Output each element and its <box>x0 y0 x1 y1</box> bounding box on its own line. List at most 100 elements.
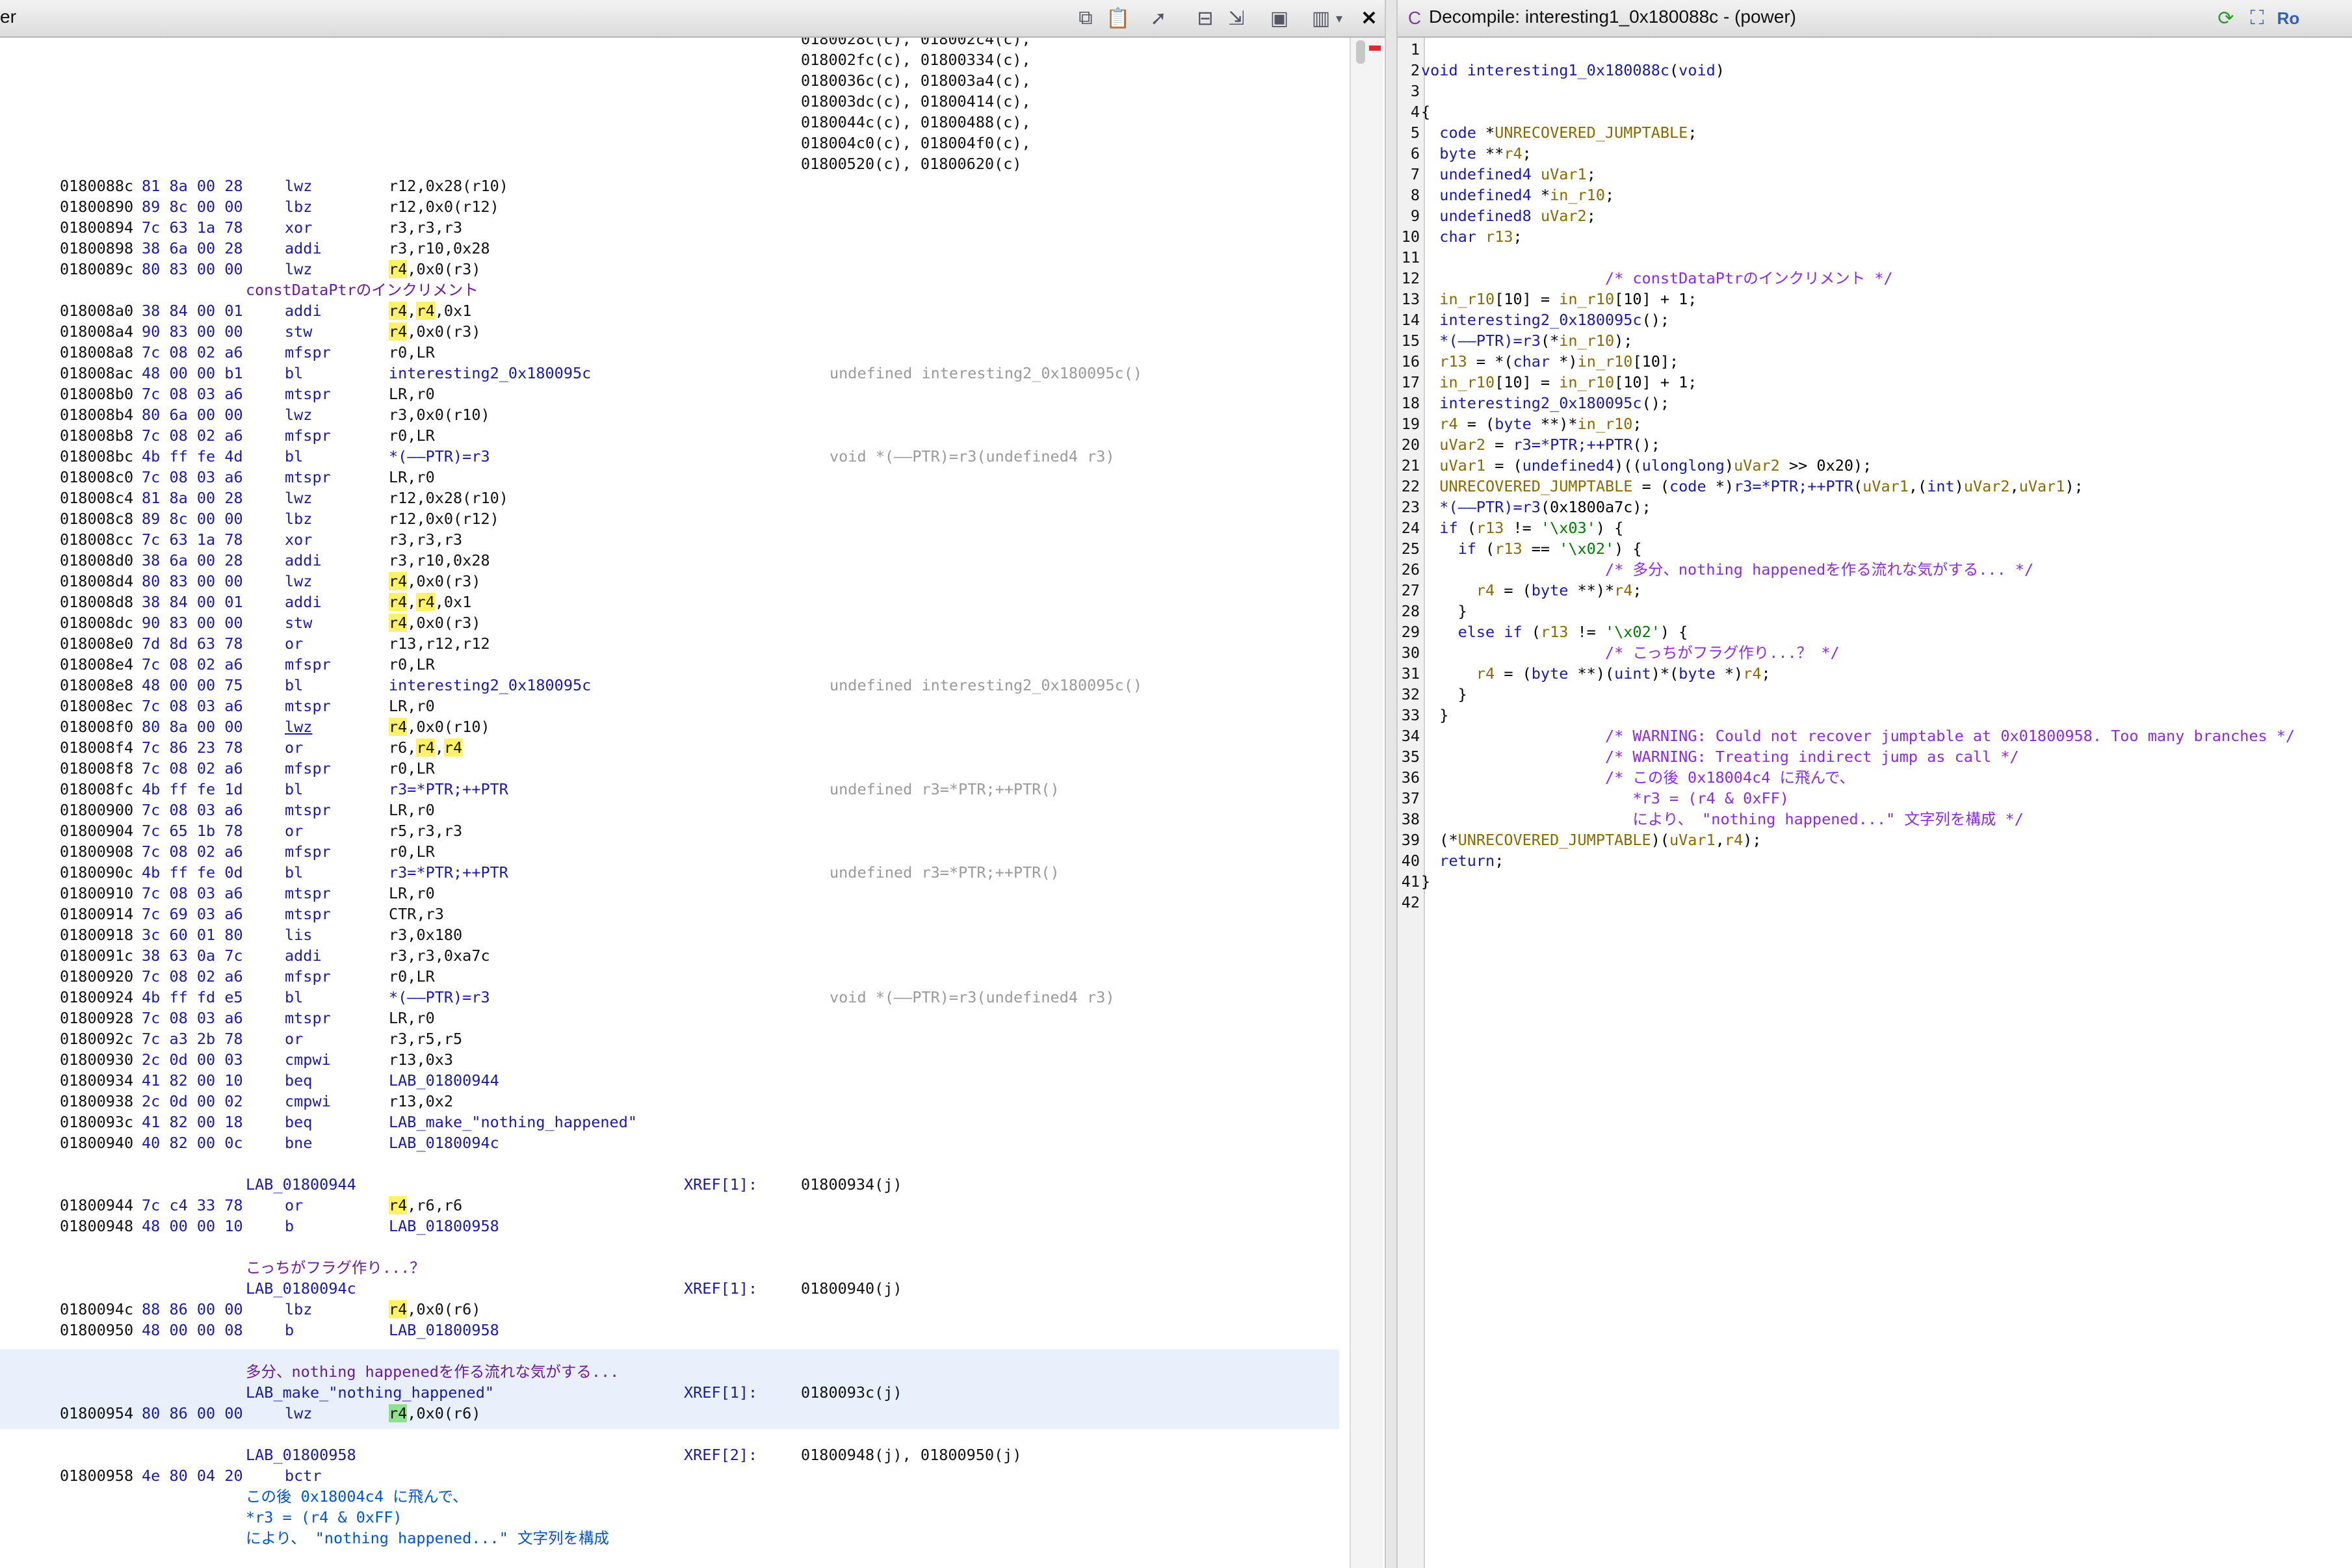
decompile-code[interactable]: /* 多分、nothing happenedを作る流れな気がする... */ <box>1421 559 2033 580</box>
decompile-code[interactable]: if (r13 == '\x02') { <box>1421 538 1642 559</box>
instruction-row[interactable]: 018008a0 38 84 00 01 addi r4,r4,0x1 <box>0 300 1339 321</box>
instruction-address[interactable]: 01800954 <box>60 1403 133 1424</box>
instruction-row[interactable]: 0180091c 38 63 0a 7c addi r3,r3,0xa7c <box>0 945 1339 966</box>
instruction-row[interactable]: 018008b4 80 6a 00 00 lwz r3,0x0(r10) <box>0 404 1339 425</box>
instruction-row[interactable]: 01800898 38 6a 00 28 addi r3,r10,0x28 <box>0 238 1339 259</box>
instruction-mnemonic[interactable]: addi <box>285 592 322 612</box>
instruction-mnemonic[interactable]: bl <box>285 446 303 467</box>
instruction-mnemonic[interactable]: addi <box>285 300 322 321</box>
code-label[interactable]: LAB_0180094c <box>246 1278 356 1299</box>
instruction-mnemonic[interactable]: bl <box>285 987 303 1008</box>
instruction-row[interactable]: 018008c8 89 8c 00 00 lbz r12,0x0(r12) <box>0 508 1339 529</box>
branch-target[interactable]: interesting2_0x180095c <box>389 363 591 384</box>
instruction-mnemonic[interactable]: mfspr <box>285 654 331 675</box>
refresh-icon[interactable]: ⟳ <box>2213 5 2239 31</box>
instruction-row[interactable]: 01800944 7c c4 33 78 or r4,r6,r6 <box>0 1195 1339 1216</box>
instruction-mnemonic[interactable]: bl <box>285 862 303 883</box>
instruction-mnemonic[interactable]: lwz <box>285 404 312 425</box>
decompile-code[interactable]: UNRECOVERED_JUMPTABLE = (code *)r3=*PTR;… <box>1421 476 2083 497</box>
instruction-mnemonic[interactable]: mtspr <box>285 384 331 404</box>
instruction-mnemonic[interactable]: addi <box>285 945 322 966</box>
decompile-line[interactable]: 8 undefined4 *in_r10; <box>1398 185 2352 205</box>
xref-addresses[interactable]: 01800520(c), 01800620(c) <box>801 153 1022 174</box>
branch-target[interactable]: LAB_0180094c <box>389 1132 499 1153</box>
instruction-address[interactable]: 018008ac <box>60 363 133 384</box>
decompile-code[interactable]: return; <box>1421 850 1504 871</box>
decompile-line[interactable]: 31 r4 = (byte **)(uint)*(byte *)r4; <box>1398 663 2352 684</box>
decompile-line[interactable]: 33 } <box>1398 705 2352 725</box>
branch-target[interactable]: r3=*PTR;++PTR <box>389 779 508 800</box>
instruction-mnemonic[interactable]: mfspr <box>285 841 331 862</box>
decompile-code[interactable]: /* こっちがフラグ作り...？ */ <box>1421 642 1840 663</box>
decompile-line[interactable]: 41} <box>1398 871 2352 892</box>
listing-label-row[interactable]: LAB_01800958 XREF[2]: 01800948(j), 0180095… <box>0 1444 1339 1465</box>
decompile-code[interactable]: r4 = (byte **)*in_r10; <box>1421 413 1641 434</box>
instruction-row[interactable]: 018008f8 7c 08 02 a6 mfspr r0,LR <box>0 758 1339 779</box>
decompile-line[interactable]: 5 code *UNRECOVERED_JUMPTABLE; <box>1398 122 2352 143</box>
decompile-line[interactable]: 38 により、 "nothing happened..." 文字列を構成 */ <box>1398 809 2352 830</box>
instruction-mnemonic[interactable]: lwz <box>285 716 312 737</box>
instruction-row[interactable]: 018008e4 7c 08 02 a6 mfspr r0,LR <box>0 654 1339 675</box>
instruction-address[interactable]: 018008b0 <box>60 384 133 404</box>
instruction-row[interactable]: 01800948 48 00 00 10 b LAB_01800958 <box>0 1216 1339 1236</box>
xref-addresses[interactable]: 018004c0(c), 018004f0(c), <box>801 133 1031 153</box>
decompile-code[interactable]: *(––PTR)=r3(0x1800a7c); <box>1421 497 1651 517</box>
decompile-line[interactable]: 22 UNRECOVERED_JUMPTABLE = (code *)r3=*P… <box>1398 476 2352 497</box>
decompile-line[interactable]: 7 undefined4 uVar1; <box>1398 164 2352 185</box>
branch-target[interactable]: LAB_01800958 <box>389 1216 499 1236</box>
decompile-code[interactable]: uVar1 = (undefined4)((ulonglong)uVar2 >>… <box>1421 455 1872 476</box>
instruction-row[interactable]: 018008b8 7c 08 02 a6 mfspr r0,LR <box>0 425 1339 446</box>
instruction-address[interactable]: 018008e0 <box>60 633 133 654</box>
instruction-row[interactable]: 018008d4 80 83 00 00 lwz r4,0x0(r3) <box>0 571 1339 592</box>
instruction-mnemonic[interactable]: mtspr <box>285 883 331 904</box>
instruction-row[interactable]: 018008f0 80 8a 00 00 lwz r4,0x0(r10) <box>0 716 1339 737</box>
instruction-row[interactable]: 01800918 3c 60 01 80 lis r3,0x180 <box>0 924 1339 945</box>
instruction-address[interactable]: 01800940 <box>60 1132 133 1153</box>
instruction-mnemonic[interactable]: stw <box>285 321 312 342</box>
instruction-row[interactable]: 018008e8 48 00 00 75 bl interesting2_0x1800… <box>0 675 1339 696</box>
instruction-address[interactable]: 01800904 <box>60 820 133 841</box>
instruction-address[interactable]: 01800918 <box>60 924 133 945</box>
decompile-code[interactable]: r13 = *(char *)in_r10[10]; <box>1421 351 1679 372</box>
instruction-row[interactable]: 018008bc 4b ff fe 4d bl *(––PTR)=r3 void *(–… <box>0 446 1339 467</box>
instruction-mnemonic[interactable]: b <box>285 1320 294 1340</box>
instruction-row[interactable]: 018008ac 48 00 00 b1 bl interesting2_0x1800… <box>0 363 1339 384</box>
snapshot-icon[interactable]: ▣ <box>1266 5 1292 31</box>
instruction-address[interactable]: 018008bc <box>60 446 133 467</box>
instruction-mnemonic[interactable]: lwz <box>285 176 312 196</box>
instruction-mnemonic[interactable]: or <box>285 820 303 841</box>
instruction-address[interactable]: 01800898 <box>60 238 133 259</box>
instruction-address[interactable]: 01800958 <box>60 1465 133 1486</box>
decompile-code[interactable]: *r3 = (r4 & 0xFF) <box>1421 788 1789 809</box>
decompile-code[interactable]: uVar2 = r3=*PTR;++PTR(); <box>1421 434 1660 455</box>
decompile-line[interactable]: 37 *r3 = (r4 & 0xFF) <box>1398 788 2352 809</box>
decompile-line[interactable]: 2 void interesting1_0x180088c(void) <box>1398 60 2352 81</box>
decompile-code[interactable]: code *UNRECOVERED_JUMPTABLE; <box>1421 122 1697 143</box>
instruction-address[interactable]: 018008c4 <box>60 488 133 508</box>
decompile-code[interactable]: undefined4 *in_r10; <box>1421 185 1614 205</box>
instruction-address[interactable]: 0180090c <box>60 862 133 883</box>
decompile-code[interactable]: } <box>1421 871 1430 892</box>
instruction-mnemonic[interactable]: mfspr <box>285 966 331 987</box>
instruction-row[interactable]: 018008d0 38 6a 00 28 addi r3,r10,0x28 <box>0 550 1339 571</box>
decompile-line[interactable]: 35 /* WARNING: Treating indirect jump as… <box>1398 746 2352 767</box>
xref-addresses[interactable]: 01800934(j) <box>801 1174 902 1195</box>
paste-icon[interactable]: 📋 <box>1105 5 1131 31</box>
instruction-mnemonic[interactable]: stw <box>285 612 312 633</box>
instruction-row[interactable]: 01800924 4b ff fd e5 bl *(––PTR)=r3 void *(–… <box>0 987 1339 1008</box>
instruction-address[interactable]: 018008f8 <box>60 758 133 779</box>
read-only-icon[interactable]: Ro <box>2275 5 2301 31</box>
instruction-mnemonic[interactable]: mtspr <box>285 904 331 924</box>
code-label[interactable]: LAB_01800958 <box>246 1444 356 1465</box>
instruction-mnemonic[interactable]: cmpwi <box>285 1091 331 1112</box>
decompile-code[interactable]: in_r10[10] = in_r10[10] + 1; <box>1421 372 1697 393</box>
decompile-code[interactable]: undefined4 uVar1; <box>1421 164 1596 185</box>
instruction-mnemonic[interactable]: addi <box>285 238 322 259</box>
instruction-address[interactable]: 018008d8 <box>60 592 133 612</box>
decompile-line[interactable]: 17 in_r10[10] = in_r10[10] + 1; <box>1398 372 2352 393</box>
instruction-row[interactable]: 01800928 7c 08 03 a6 mtspr LR,r0 <box>0 1008 1339 1028</box>
instruction-mnemonic[interactable]: b <box>285 1216 294 1236</box>
instruction-address[interactable]: 018008a4 <box>60 321 133 342</box>
instruction-address[interactable]: 01800914 <box>60 904 133 924</box>
instruction-mnemonic[interactable]: lwz <box>285 259 312 280</box>
